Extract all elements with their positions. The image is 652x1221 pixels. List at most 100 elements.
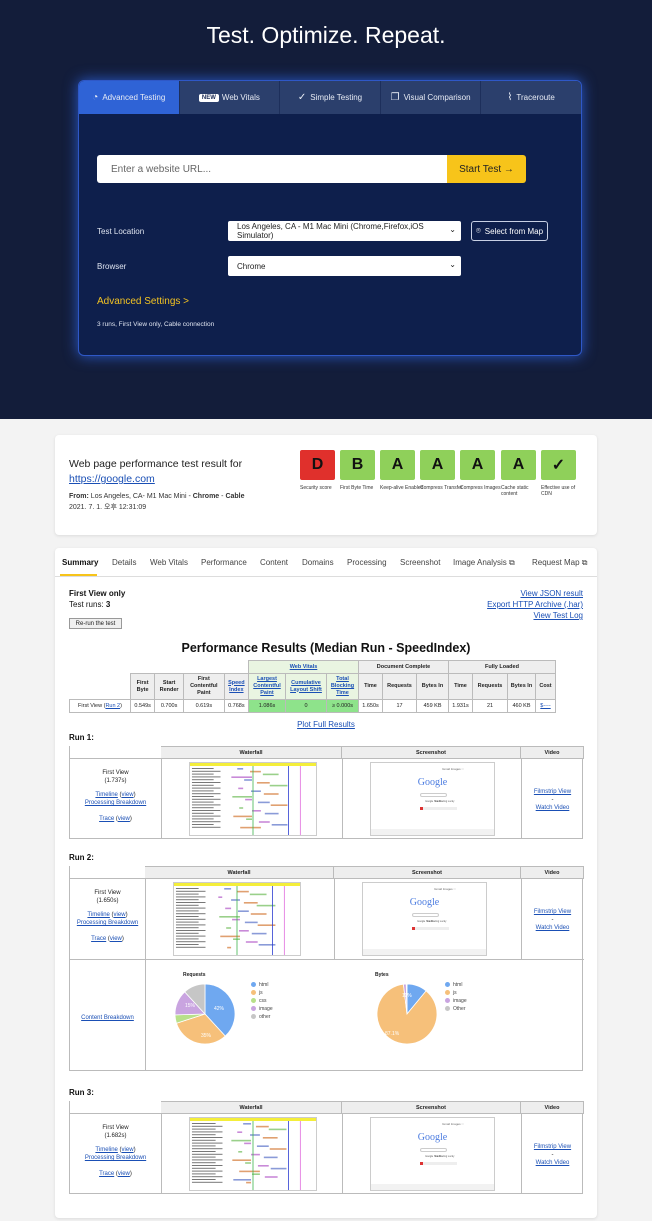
- content-breakdown-link[interactable]: Content Breakdown: [81, 1015, 134, 1021]
- waterfall-bar: [232, 918, 240, 921]
- screenshot-image[interactable]: Google Gmail Images ::: Google Search I'm F…: [370, 762, 495, 836]
- waterfall-row-label: [191, 1142, 223, 1144]
- processing-breakdown-link[interactable]: Processing Breakdown: [70, 919, 145, 927]
- plot-full-results-link[interactable]: Plot Full Results: [297, 720, 355, 729]
- legend-label: html: [453, 982, 463, 988]
- trace-link[interactable]: Trace: [91, 936, 106, 942]
- table-cell: 1.931s: [448, 699, 473, 713]
- rerun-test-button[interactable]: Re-run the test: [69, 618, 122, 629]
- view-json-link[interactable]: View JSON result: [520, 589, 583, 598]
- google-logo: Google: [417, 1132, 448, 1143]
- tested-url-link[interactable]: https://google.com: [69, 473, 155, 485]
- waterfall-image[interactable]: [189, 1117, 317, 1191]
- col-header: First Contentful Paint: [182, 673, 225, 700]
- filmstrip-view-link[interactable]: Filmstrip View: [521, 1143, 584, 1151]
- test-tabs: ◔ Advanced Testing NEW Web Vitals ✓ Simp…: [79, 81, 581, 114]
- run-2-link[interactable]: Run 2: [105, 703, 120, 709]
- view-test-log-link[interactable]: View Test Log: [533, 611, 583, 620]
- run-col-header: Screenshot: [342, 746, 521, 758]
- waterfall-bar: [256, 1145, 269, 1147]
- trace-link[interactable]: Trace: [99, 816, 114, 822]
- col-header: Time: [358, 673, 383, 700]
- rtab-web-vitals[interactable]: Web Vitals: [150, 558, 188, 567]
- waterfall-row-label: [191, 796, 214, 797]
- watch-video-link[interactable]: Watch Video: [521, 1159, 584, 1167]
- waterfall-thumbnail: [174, 883, 300, 955]
- timeline-view-link[interactable]: view: [114, 912, 126, 918]
- col-header-link[interactable]: Cumulative Layout Shift: [290, 680, 322, 693]
- url-input[interactable]: [97, 155, 447, 183]
- trace-link[interactable]: Trace: [99, 1171, 114, 1177]
- start-test-button[interactable]: Start Test →: [447, 155, 526, 183]
- rtab-request-map[interactable]: Request Map ⧉: [532, 558, 588, 568]
- screenshot-image[interactable]: Google Gmail Images ::: Google Search I'm F…: [362, 882, 487, 956]
- tab-simple-testing[interactable]: ✓ Simple Testing: [280, 81, 381, 114]
- new-badge: NEW: [198, 93, 219, 102]
- trace-view-link[interactable]: view: [118, 1171, 130, 1177]
- col-header-link[interactable]: Total Blocking Time: [331, 676, 354, 696]
- timeline-link[interactable]: Timeline: [95, 1147, 117, 1153]
- rtab-domains[interactable]: Domains: [302, 558, 334, 567]
- waterfall-row-label: [191, 1131, 223, 1133]
- timeline-link[interactable]: Timeline: [87, 912, 109, 918]
- fully-loaded-group: Fully Loaded: [448, 660, 556, 674]
- col-header: Bytes In: [416, 673, 449, 700]
- col-header-link[interactable]: Speed Index: [228, 680, 245, 693]
- col-header: First Byte: [129, 673, 156, 700]
- bytes-pie-title: Bytes: [375, 972, 389, 978]
- rtab-image-analysis[interactable]: Image Analysis ⧉: [453, 558, 515, 568]
- video-cell: Filmstrip View - Watch Video: [521, 788, 584, 812]
- waterfall-bar: [264, 1176, 278, 1178]
- run-col-header: Screenshot: [334, 866, 521, 878]
- waterfall-image[interactable]: [173, 882, 301, 956]
- waterfall-bar: [231, 1139, 252, 1142]
- watch-video-link[interactable]: Watch Video: [521, 804, 584, 812]
- timeline-link[interactable]: Timeline: [95, 792, 117, 798]
- waterfall-row-label: [175, 944, 199, 945]
- trace-view-link[interactable]: view: [118, 816, 130, 822]
- browser-select[interactable]: Chrome ⌄: [228, 256, 461, 276]
- filmstrip-view-link[interactable]: Filmstrip View: [521, 788, 584, 796]
- grade-badge: B: [340, 450, 375, 480]
- select-from-map-button[interactable]: ⌾ Select from Map: [471, 221, 548, 241]
- trace-view-link[interactable]: view: [110, 936, 122, 942]
- tab-advanced-testing[interactable]: ◔ Advanced Testing: [79, 81, 180, 114]
- waterfall-bar: [245, 798, 253, 801]
- rtab-summary[interactable]: Summary: [62, 558, 98, 567]
- waterfall-bar: [270, 1167, 287, 1170]
- rtab-performance[interactable]: Performance: [201, 558, 247, 567]
- processing-breakdown-link[interactable]: Processing Breakdown: [70, 799, 161, 807]
- test-location-select[interactable]: Los Angeles, CA - M1 Mac Mini (Chrome,Fi…: [228, 221, 461, 241]
- waterfall-row-label: [191, 1173, 216, 1175]
- timeline-view-link[interactable]: view: [122, 1147, 134, 1153]
- tab-traceroute[interactable]: ⌇ Traceroute: [481, 81, 581, 114]
- export-har-link[interactable]: Export HTTP Archive (.har): [487, 600, 583, 609]
- col-header-link[interactable]: Largest Contentful Paint: [253, 676, 281, 696]
- rtab-details[interactable]: Details: [112, 558, 136, 567]
- waterfall-image[interactable]: [189, 762, 317, 836]
- rtab-screenshot[interactable]: Screenshot: [400, 558, 440, 567]
- grade-label: First Byte Time: [340, 485, 374, 491]
- run-view-label: First View: [102, 1125, 129, 1131]
- grade-label: Cache static content: [501, 485, 529, 497]
- rtab-content[interactable]: Content: [260, 558, 288, 567]
- waterfall-thumbnail: [190, 763, 316, 835]
- waterfall-bar: [238, 930, 249, 932]
- screenshot-image[interactable]: Google Gmail Images ::: Google Search I'm F…: [370, 1117, 495, 1191]
- tab-web-vitals[interactable]: NEW Web Vitals: [180, 81, 281, 114]
- waterfall-bar: [244, 921, 258, 924]
- web-vitals-link[interactable]: Web Vitals: [290, 664, 318, 670]
- filmstrip-view-link[interactable]: Filmstrip View: [521, 908, 584, 916]
- advanced-settings-toggle[interactable]: Advanced Settings >: [97, 296, 189, 307]
- waterfall-bar: [250, 913, 267, 915]
- processing-breakdown-link[interactable]: Processing Breakdown: [70, 1154, 161, 1162]
- waterfall-bar: [238, 787, 244, 790]
- results-card: Summary Details Web Vitals Performance C…: [55, 548, 597, 1218]
- timeline-view-link[interactable]: view: [122, 792, 134, 798]
- waterfall-row-label: [175, 941, 206, 943]
- watch-video-link[interactable]: Watch Video: [521, 924, 584, 932]
- cost-link[interactable]: $----: [540, 703, 550, 709]
- waterfall-bar: [257, 1165, 269, 1167]
- tab-visual-comparison[interactable]: ❐ Visual Comparison: [381, 81, 482, 114]
- rtab-processing[interactable]: Processing: [347, 558, 387, 567]
